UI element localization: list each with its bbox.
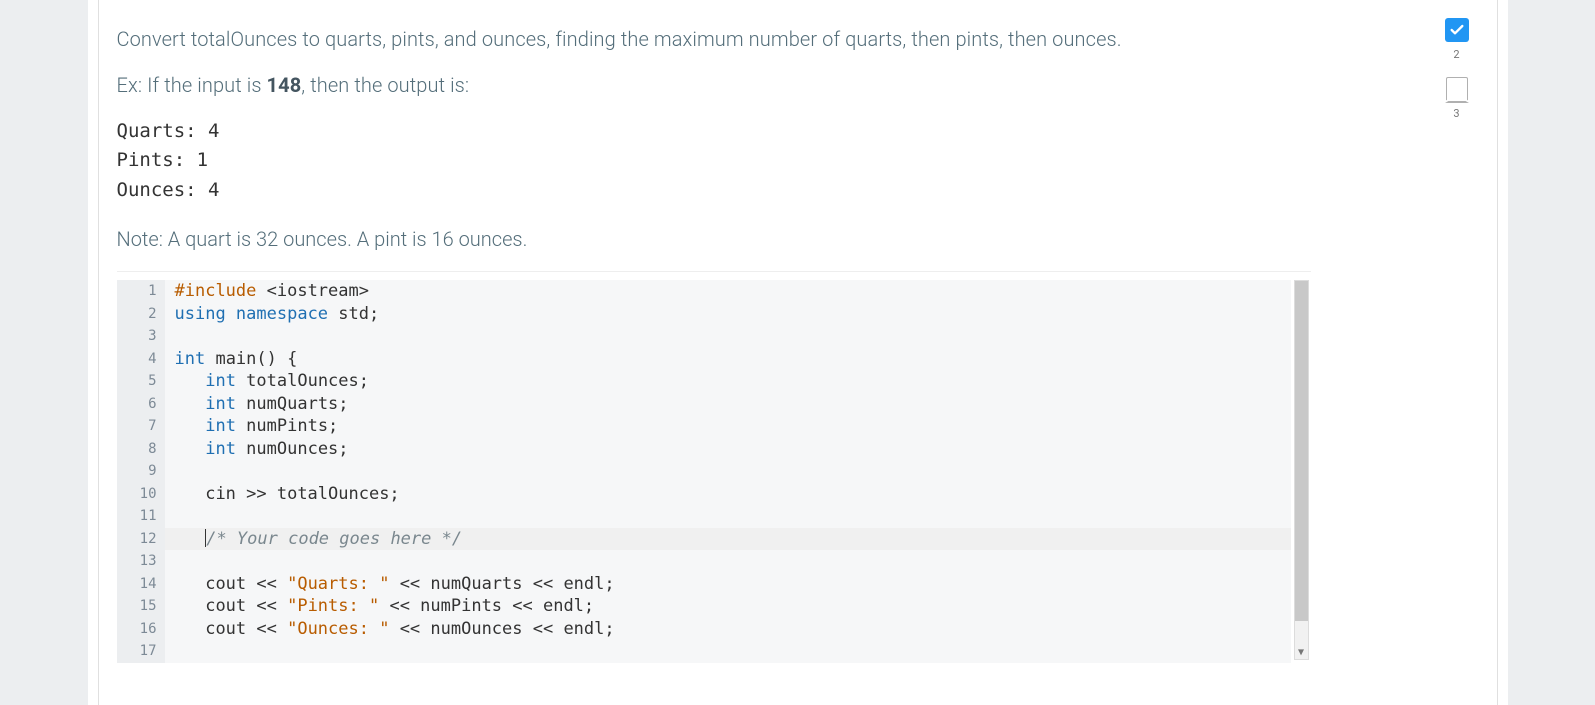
problem-prompt-line1: Convert totalOunces to quarts, pints, an… (117, 25, 1311, 53)
code-line[interactable]: cout << "Quarts: " << numQuarts << endl; (165, 573, 1291, 596)
line-number: 7 (117, 415, 165, 438)
line-number: 6 (117, 393, 165, 416)
side-controls: 2 3 (1437, 18, 1477, 120)
bookmark-icon[interactable] (1446, 77, 1468, 101)
code-line[interactable] (165, 505, 1291, 528)
scrollbar-thumb[interactable] (1295, 281, 1308, 621)
code-line[interactable]: int totalOunces; (165, 370, 1291, 393)
code-line[interactable]: using namespace std; (165, 303, 1291, 326)
bookmark-count: 3 (1453, 107, 1459, 120)
code-line[interactable]: int main() { (165, 348, 1291, 371)
problem-note: Note: A quart is 32 ounces. A pint is 16… (117, 227, 1311, 251)
code-line[interactable] (165, 550, 1291, 573)
line-number: 12 (117, 528, 165, 551)
answered-check-icon[interactable] (1445, 18, 1469, 42)
code-editor[interactable]: 1234567891011121314151617 #include <iost… (117, 271, 1311, 666)
problem-prompt-line2: Ex: If the input is 148, then the output… (117, 71, 1311, 99)
code-line[interactable] (165, 640, 1291, 663)
line-number: 16 (117, 618, 165, 641)
prompt-ex-value: 148 (267, 73, 302, 97)
line-number: 5 (117, 370, 165, 393)
scroll-down-icon[interactable]: ▼ (1295, 646, 1308, 660)
code-line[interactable]: #include <iostream> (165, 280, 1291, 303)
code-line[interactable]: cout << "Ounces: " << numOunces << endl; (165, 618, 1291, 641)
code-line[interactable]: cout << "Pints: " << numPints << endl; (165, 595, 1291, 618)
line-number: 15 (117, 595, 165, 618)
line-number: 9 (117, 460, 165, 483)
editor-scrollbar[interactable]: ▲ ▼ (1294, 280, 1309, 660)
line-number: 4 (117, 348, 165, 371)
prompt-ex-pre: Ex: If the input is (117, 73, 267, 97)
editor-gutter: 1234567891011121314151617 (117, 280, 165, 663)
code-line[interactable]: int numOunces; (165, 438, 1291, 461)
code-line[interactable]: int numPints; (165, 415, 1291, 438)
line-number: 13 (117, 550, 165, 573)
code-line[interactable]: cin >> totalOunces; (165, 483, 1291, 506)
code-line[interactable] (165, 325, 1291, 348)
line-number: 1 (117, 280, 165, 303)
line-number: 3 (117, 325, 165, 348)
line-number: 10 (117, 483, 165, 506)
line-number: 17 (117, 640, 165, 663)
example-output: Quarts: 4 Pints: 1 Ounces: 4 (117, 117, 1311, 205)
answered-count: 2 (1453, 48, 1459, 61)
prompt-ex-post: , then the output is: (301, 73, 469, 97)
line-number: 14 (117, 573, 165, 596)
line-number: 2 (117, 303, 165, 326)
editor-lines[interactable]: #include <iostream>using namespace std; i… (165, 280, 1291, 663)
code-line[interactable] (165, 460, 1291, 483)
code-line[interactable]: int numQuarts; (165, 393, 1291, 416)
line-number: 8 (117, 438, 165, 461)
line-number: 11 (117, 505, 165, 528)
code-line[interactable]: /* Your code goes here */ (165, 528, 1291, 551)
